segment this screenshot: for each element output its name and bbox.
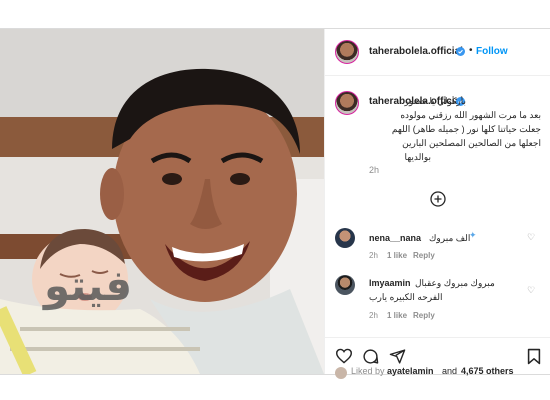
post-side-panel: taherabolela.official • Follow taherabol… [324, 29, 550, 379]
caption-avatar[interactable] [335, 91, 359, 115]
verified-badge-icon [456, 47, 465, 56]
avatar[interactable] [335, 40, 359, 64]
load-more-comments-icon[interactable] [430, 191, 446, 207]
post-username[interactable]: taherabolela.official [369, 46, 463, 57]
comment-text: الف مبروك [429, 233, 471, 243]
share-send-icon[interactable] [389, 348, 406, 365]
sparkle-emoji-icon: ✦ [469, 230, 477, 240]
likes-prefix: Liked by [351, 366, 385, 376]
comment-like-heart-icon[interactable]: ♡ [527, 285, 535, 296]
comment-avatar[interactable] [335, 275, 355, 295]
post-header: taherabolela.official • Follow [325, 29, 550, 76]
post-photo-image [0, 29, 324, 374]
like-heart-icon[interactable] [335, 348, 353, 364]
post-photo[interactable]: فيتو [0, 29, 324, 374]
comment-time[interactable]: 2h [369, 311, 378, 320]
caption-line-5: بوالديها [404, 152, 431, 162]
instagram-post: فيتو taherabolela.official • Follow tahe… [0, 28, 550, 379]
caption-line-4: اجعلها من الصالحين المصلحين البارين [402, 138, 541, 148]
caption-line-2: بعد ما مرت الشهور الله رزقني مولوده [400, 110, 541, 120]
comment-bubble-icon[interactable] [362, 348, 379, 365]
comment-reply-button[interactable]: Reply [413, 311, 435, 320]
comment-time[interactable]: 2h [369, 251, 378, 260]
caption-line-1: باركولي يا حضور [404, 96, 466, 106]
comment-username[interactable]: nena__nana [369, 233, 421, 243]
comment-like-count[interactable]: 1 like [387, 311, 407, 320]
comment-text-line-2: الفرحه الكبيره يارب [369, 292, 443, 302]
liker-username[interactable]: ayatelamin [387, 366, 434, 376]
comment-username[interactable]: lmyaamin [369, 278, 411, 288]
comment-reply-button[interactable]: Reply [413, 251, 435, 260]
comment-text: مبروك مبروك وعقبال [415, 278, 495, 288]
comment-like-count[interactable]: 1 like [387, 251, 407, 260]
follow-button[interactable]: Follow [476, 46, 508, 57]
caption-line-3: جعلت حياتنا كلها نور ( جميله طاهر) اللهم [391, 124, 541, 134]
follow-separator: • [469, 45, 473, 56]
watermark-logo: فيتو [44, 261, 133, 310]
comment-like-heart-icon[interactable]: ♡ [527, 232, 535, 243]
caption-time[interactable]: 2h [369, 165, 379, 175]
save-bookmark-icon[interactable] [527, 348, 541, 365]
likes-others-count[interactable]: 4,675 others [461, 366, 514, 376]
liker-avatar[interactable] [335, 367, 347, 379]
likes-and: and [442, 366, 458, 376]
comment-avatar[interactable] [335, 228, 355, 248]
